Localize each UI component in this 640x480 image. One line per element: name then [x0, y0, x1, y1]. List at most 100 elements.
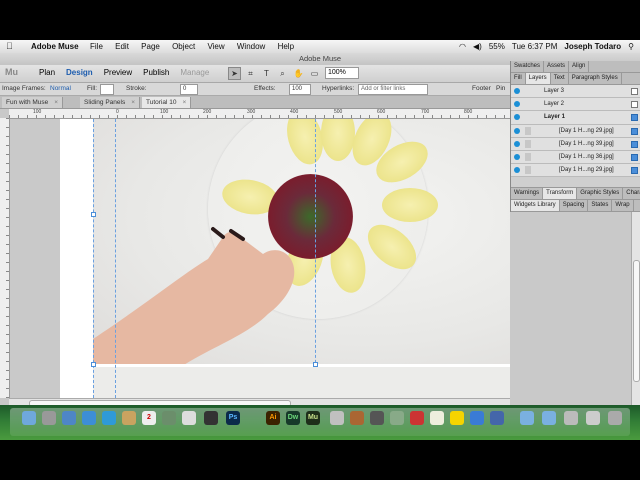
layer-row[interactable]: [Day 1 H...ng 29.jpg]: [511, 124, 640, 138]
trash-icon[interactable]: [608, 411, 622, 425]
selection-handle[interactable]: [313, 362, 318, 367]
tab-text[interactable]: Text: [551, 73, 569, 84]
user-name[interactable]: Joseph Todaro: [564, 42, 621, 51]
lock-icon[interactable]: [525, 152, 531, 161]
target-icon[interactable]: [631, 153, 638, 161]
mail-icon[interactable]: [62, 411, 76, 425]
scroll-thumb[interactable]: [633, 260, 640, 382]
eye-icon[interactable]: [514, 140, 520, 147]
app-icon[interactable]: [370, 411, 384, 425]
close-icon[interactable]: ×: [182, 99, 186, 106]
app-icon[interactable]: [410, 411, 424, 425]
tab-fun-with-muse[interactable]: Fun with Muse ×: [2, 97, 64, 108]
finder-icon[interactable]: [22, 411, 36, 425]
tab-swatches[interactable]: Swatches: [511, 61, 545, 72]
app-icon[interactable]: [470, 411, 484, 425]
target-icon[interactable]: [631, 101, 638, 109]
tab-layers[interactable]: Layers: [525, 73, 551, 84]
selection-handle[interactable]: [91, 212, 96, 217]
folder-icon[interactable]: [542, 411, 556, 425]
design-canvas[interactable]: [10, 119, 510, 398]
cyberduck-icon[interactable]: [450, 411, 464, 425]
target-icon[interactable]: [631, 114, 638, 122]
lock-icon[interactable]: [525, 139, 531, 148]
camera-icon[interactable]: [204, 411, 218, 425]
zoom-level-field[interactable]: 100%: [325, 67, 359, 79]
layer-row[interactable]: [Day 1 H...ng 29.jpg]: [511, 164, 640, 178]
target-icon[interactable]: [631, 167, 638, 175]
nav-plan[interactable]: Plan: [39, 68, 55, 77]
app-icon[interactable]: [390, 411, 404, 425]
stack-icon[interactable]: [586, 411, 600, 425]
layer-row[interactable]: Layer 3: [511, 85, 640, 99]
notes-icon[interactable]: [122, 411, 136, 425]
search-icon[interactable]: ⚲: [628, 42, 634, 51]
layer-row[interactable]: Layer 1: [511, 111, 640, 125]
fill-swatch[interactable]: [100, 84, 114, 95]
image-frames-dropdown[interactable]: Normal: [50, 85, 71, 92]
crop-tool-icon[interactable]: ⌗: [244, 67, 257, 80]
tab-graphic-styles[interactable]: Graphic Styles: [577, 188, 624, 200]
tab-sliding-panels[interactable]: Sliding Panels ×: [80, 97, 140, 108]
calendar-icon[interactable]: 2: [142, 411, 156, 425]
eye-icon[interactable]: [514, 167, 520, 174]
tab-paragraph-styles[interactable]: Paragraph Styles: [569, 73, 622, 84]
nav-publish[interactable]: Publish: [143, 68, 169, 77]
vertical-ruler[interactable]: [0, 118, 10, 398]
apple-icon[interactable]: : [6, 41, 13, 51]
menu-help[interactable]: Help: [278, 42, 294, 51]
tab-widgets-library[interactable]: Widgets Library: [511, 200, 560, 212]
app-icon[interactable]: [350, 411, 364, 425]
eye-icon[interactable]: [514, 153, 520, 160]
app-icon[interactable]: [430, 411, 444, 425]
selection-tool-icon[interactable]: ➤: [228, 67, 241, 80]
menu-edit[interactable]: Edit: [115, 42, 129, 51]
menu-view[interactable]: View: [207, 42, 224, 51]
nav-manage[interactable]: Manage: [180, 68, 209, 77]
close-icon[interactable]: ×: [131, 99, 135, 106]
itunes-icon[interactable]: [182, 411, 196, 425]
menu-file[interactable]: File: [90, 42, 103, 51]
folder-icon[interactable]: [520, 411, 534, 425]
tab-character-styles[interactable]: Character St: [623, 188, 640, 199]
rectangle-tool-icon[interactable]: ▭: [308, 67, 321, 80]
stroke-width-field[interactable]: 0: [180, 84, 198, 95]
horizontal-ruler[interactable]: 100 0 100 200 300 400 500 600 700 800: [9, 109, 510, 119]
menu-window[interactable]: Window: [237, 42, 265, 51]
tab-align[interactable]: Align: [569, 61, 590, 72]
menu-page[interactable]: Page: [141, 42, 160, 51]
muse-icon[interactable]: Mu: [306, 411, 320, 425]
lock-icon[interactable]: [525, 126, 531, 135]
target-icon[interactable]: [631, 127, 638, 135]
tab-transform[interactable]: Transform: [543, 188, 578, 200]
safari-icon[interactable]: [82, 411, 96, 425]
app-menu[interactable]: Adobe Muse: [31, 42, 79, 51]
eye-icon[interactable]: [514, 88, 520, 94]
layer-row[interactable]: [Day 1 H...ng 39.jpg]: [511, 137, 640, 151]
photos-icon[interactable]: [162, 411, 176, 425]
launchpad-icon[interactable]: [42, 411, 56, 425]
selection-handle[interactable]: [91, 362, 96, 367]
hyperlinks-field[interactable]: Add or filter links: [358, 84, 428, 95]
app-icon[interactable]: [330, 411, 344, 425]
stack-icon[interactable]: [564, 411, 578, 425]
close-icon[interactable]: ×: [54, 99, 58, 106]
volume-icon[interactable]: ◀): [473, 42, 482, 51]
menu-object[interactable]: Object: [172, 42, 195, 51]
eye-icon[interactable]: [514, 101, 520, 108]
target-icon[interactable]: [631, 88, 638, 95]
eye-icon[interactable]: [514, 127, 520, 134]
target-icon[interactable]: [631, 140, 638, 148]
tab-assets[interactable]: Assets: [544, 61, 570, 72]
lock-icon[interactable]: [525, 166, 531, 175]
nav-preview[interactable]: Preview: [104, 68, 132, 77]
second-photo[interactable]: [93, 367, 510, 398]
tab-fill[interactable]: Fill: [511, 73, 526, 84]
eye-icon[interactable]: [514, 114, 520, 121]
tab-tutorial-10[interactable]: Tutorial 10 ×: [142, 97, 192, 108]
tab-warnings[interactable]: Warnings: [511, 188, 544, 200]
battery-text[interactable]: 55%: [489, 42, 505, 51]
tab-spacing[interactable]: Spacing: [560, 200, 589, 212]
layer-row[interactable]: [Day 1 H...ng 36.jpg]: [511, 150, 640, 165]
layer-row[interactable]: Layer 2: [511, 98, 640, 112]
